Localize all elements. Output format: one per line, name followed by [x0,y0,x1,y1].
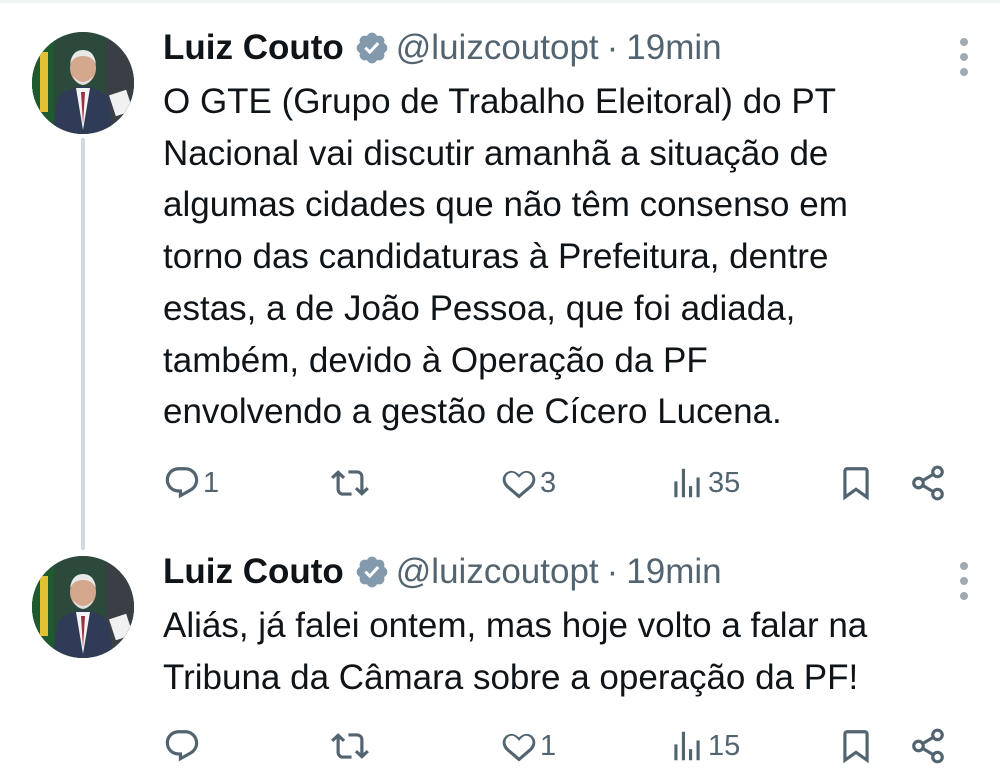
view-count: 35 [708,467,741,499]
repost-button[interactable] [331,463,371,503]
share-icon [912,465,944,501]
tweet-timestamp[interactable]: 19min [626,550,721,594]
tweet-timestamp[interactable]: 19min [626,26,721,70]
tweet-actions: 1 15 [163,726,963,766]
author-name[interactable]: Luiz Couto [163,26,344,70]
verified-badge-icon [356,32,388,64]
repost-icon [331,733,369,759]
views-icon [674,468,700,498]
author-handle[interactable]: @luizcoutopt [396,26,599,70]
like-count: 3 [540,467,557,499]
tweet-actions: 1 3 35 [163,463,963,503]
author-handle[interactable]: @luizcoutopt [396,550,599,594]
more-vertical-icon[interactable] [958,562,970,600]
reply-count: 1 [203,467,220,499]
bookmark-button[interactable] [837,726,875,766]
repost-icon [331,470,369,496]
like-button[interactable]: 3 [500,463,556,503]
bookmark-icon [843,730,869,764]
share-button[interactable] [909,726,947,766]
reply-icon [165,730,199,762]
views-button[interactable]: 35 [668,463,740,503]
avatar[interactable] [32,556,134,658]
view-count: 15 [708,730,741,762]
like-icon [502,733,536,762]
avatar[interactable] [32,32,134,134]
tweet-text: O GTE (Grupo de Trabalho Eleitoral) do P… [163,82,848,432]
like-count: 1 [540,730,557,762]
bookmark-icon [843,467,869,501]
views-icon [674,731,700,761]
author-name[interactable]: Luiz Couto [163,550,344,594]
repost-button[interactable] [331,726,371,766]
reply-button[interactable]: 1 [163,463,219,503]
like-icon [502,470,536,499]
bookmark-button[interactable] [837,463,875,503]
tweet-header: Luiz Couto @luizcoutopt · 19min [163,550,960,594]
tweet-text: Aliás, já falei ontem, mas hoje volto a … [163,606,868,697]
verified-badge-icon [356,556,388,588]
views-button[interactable]: 15 [668,726,740,766]
tweet-header: Luiz Couto @luizcoutopt · 19min [163,26,960,70]
share-button[interactable] [909,463,947,503]
meta-separator: · [606,28,619,67]
share-icon [912,728,944,764]
like-button[interactable]: 1 [500,726,556,766]
meta-separator: · [606,552,619,591]
reply-icon [165,467,199,499]
tweet[interactable]: Luiz Couto @luizcoutopt · 19min Aliás, j… [0,530,1000,772]
more-vertical-icon[interactable] [958,38,970,76]
tweet[interactable]: Luiz Couto @luizcoutopt · 19min O GTE (G… [0,0,1000,530]
reply-button[interactable] [163,726,203,766]
